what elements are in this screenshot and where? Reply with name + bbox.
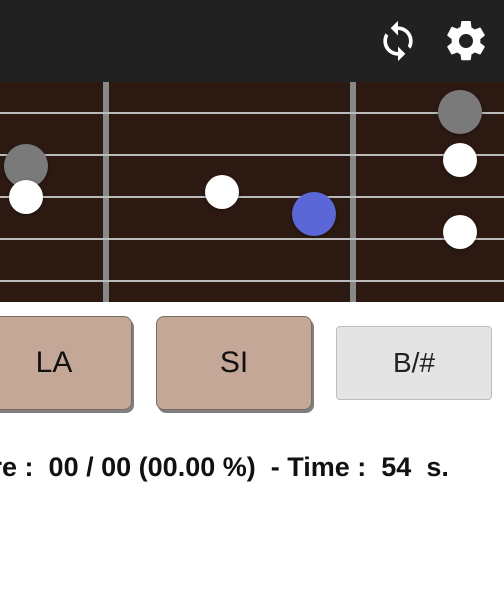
- fret-note[interactable]: [205, 175, 239, 209]
- fret: [103, 82, 109, 302]
- string: [0, 238, 504, 240]
- score-correct: 00: [49, 452, 79, 482]
- topbar: [0, 0, 504, 82]
- fret-note[interactable]: [9, 180, 43, 214]
- score-total: 00: [101, 452, 131, 482]
- fret-note[interactable]: [443, 143, 477, 177]
- string: [0, 280, 504, 282]
- note-button-1[interactable]: LA: [0, 316, 132, 410]
- status-bar: core : 00 / 00 (00.00 %) - Time : 54 s.: [0, 424, 504, 483]
- note-button-2[interactable]: SI: [156, 316, 312, 410]
- fret-note[interactable]: [443, 215, 477, 249]
- fret-note[interactable]: [292, 192, 336, 236]
- string: [0, 154, 504, 156]
- gear-icon[interactable]: [442, 17, 490, 65]
- refresh-icon[interactable]: [376, 19, 420, 63]
- time-unit: s.: [426, 452, 449, 482]
- notation-toggle-button[interactable]: B/#: [336, 326, 492, 400]
- score-label: core :: [0, 452, 34, 482]
- string: [0, 196, 504, 198]
- score-percent: 00.00 %: [148, 452, 247, 482]
- fret-note[interactable]: [438, 90, 482, 134]
- fret: [350, 82, 356, 302]
- time-value: 54: [381, 452, 411, 482]
- fretboard[interactable]: [0, 82, 504, 302]
- time-label: Time :: [287, 452, 366, 482]
- answer-buttons-row: LA SI B/#: [0, 302, 504, 424]
- string: [0, 112, 504, 114]
